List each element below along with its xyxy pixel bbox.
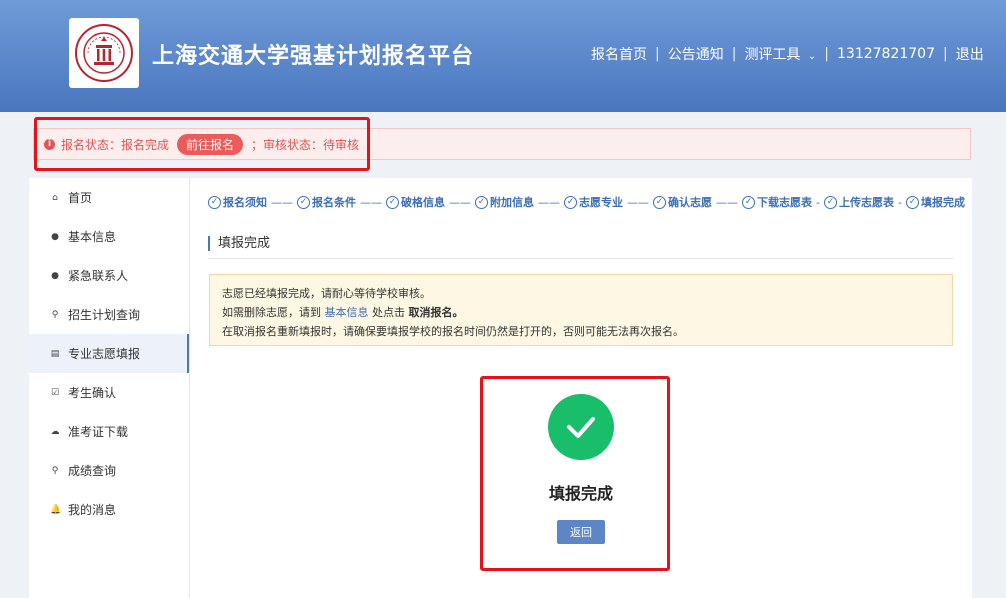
chevron-down-icon: ⌄ bbox=[807, 51, 817, 62]
step-separator: —— bbox=[271, 195, 293, 209]
step-separator: —— bbox=[449, 195, 471, 209]
sidebar-item-major-application[interactable]: ▤ 专业志愿填报 bbox=[29, 334, 189, 373]
step-registration-notice[interactable]: ✓ 报名须知 bbox=[208, 194, 267, 210]
notice-box: 志愿已经填报完成，请耐心等待学校审核。 如需删除志愿，请到 基本信息 处点击 取… bbox=[209, 274, 953, 346]
progress-steps: ✓ 报名须知 —— ✓ 报名条件 —— ✓ 破格信息 —— ✓ 附加信息 —— ✓ 志愿专… bbox=[208, 194, 965, 210]
step-label: 填报完成 bbox=[920, 196, 965, 209]
section-title: 填报完成 bbox=[208, 232, 953, 259]
step-label: 附加信息 bbox=[490, 196, 534, 209]
header: 上海交通大学强基计划报名平台 报名首页 | 公告通知 | 测评工具 ⌄ | 13… bbox=[0, 0, 1006, 112]
step-registration-conditions[interactable]: ✓ 报名条件 bbox=[297, 194, 356, 210]
sidebar-item-candidate-confirm[interactable]: ☑ 考生确认 bbox=[29, 373, 189, 412]
check-circle-icon: ✓ bbox=[386, 195, 399, 209]
nav-phone-link[interactable]: 13127821707 bbox=[837, 46, 935, 62]
notice-text: 处点击 bbox=[372, 306, 405, 319]
notice-line-3: 在取消报名重新填报时，请确保要填报学校的报名时间仍然是打开的，否则可能无法再次报… bbox=[222, 325, 684, 338]
step-label: 志愿专业 bbox=[579, 196, 623, 209]
user-icon: ● bbox=[51, 270, 59, 281]
checkbox-icon: ☑ bbox=[50, 387, 60, 398]
step-label: 确认志愿 bbox=[668, 196, 712, 209]
nav-separator: | bbox=[655, 46, 660, 62]
sidebar-item-emergency-contact[interactable]: ● 紧急联系人 bbox=[29, 256, 189, 295]
sidebar-item-label: 招生计划查询 bbox=[68, 308, 141, 322]
status-highlight-box bbox=[34, 117, 370, 171]
step-additional-info[interactable]: ✓ 附加信息 bbox=[475, 194, 534, 210]
step-major-choice[interactable]: ✓ 志愿专业 bbox=[564, 194, 623, 210]
check-circle-icon: ✓ bbox=[653, 195, 666, 209]
section-title-text: 填报完成 bbox=[208, 236, 271, 251]
nav-notice-link[interactable]: 公告通知 bbox=[668, 44, 724, 64]
sidebar-item-label: 紧急联系人 bbox=[68, 269, 129, 283]
nav-separator: | bbox=[824, 46, 829, 62]
step-label: 下载志愿表 bbox=[757, 196, 812, 209]
sidebar-item-admission-ticket[interactable]: ☁ 准考证下载 bbox=[29, 412, 189, 451]
nav-separator: | bbox=[731, 46, 737, 62]
search-icon: ⚲ bbox=[51, 465, 59, 476]
step-confirm-choice[interactable]: ✓ 确认志愿 bbox=[653, 194, 712, 210]
check-circle-icon: ✓ bbox=[564, 195, 577, 209]
home-icon: ⌂ bbox=[52, 192, 58, 203]
university-logo bbox=[69, 18, 139, 88]
step-separator: —— bbox=[716, 195, 738, 209]
check-circle-icon: ✓ bbox=[905, 195, 919, 209]
check-circle-icon: ✓ bbox=[742, 195, 755, 209]
sidebar-item-label: 首页 bbox=[68, 191, 93, 205]
search-icon: ⚲ bbox=[51, 309, 59, 320]
sidebar-item-score-query[interactable]: ⚲ 成绩查询 bbox=[29, 451, 189, 490]
step-upload-form[interactable]: ✓ 上传志愿表 bbox=[823, 194, 894, 210]
sidebar-item-messages[interactable]: 🔔 我的消息 bbox=[29, 490, 189, 529]
sidebar-item-label: 专业志愿填报 bbox=[68, 347, 141, 361]
step-download-form[interactable]: ✓ 下载志愿表 bbox=[742, 194, 812, 210]
completion-highlight-box bbox=[480, 376, 670, 571]
check-circle-icon: ✓ bbox=[475, 195, 488, 209]
cloud-download-icon: ☁ bbox=[50, 426, 60, 437]
cancel-registration-text: 取消报名。 bbox=[408, 306, 464, 319]
top-nav: 报名首页 | 公告通知 | 测评工具 ⌄ | 13127821707 | 退出 bbox=[591, 44, 984, 64]
step-separator: —— bbox=[538, 195, 560, 209]
step-separator: —— bbox=[360, 195, 382, 209]
bell-icon: 🔔 bbox=[50, 504, 62, 515]
check-circle-icon: ✓ bbox=[208, 195, 221, 209]
step-separator: - bbox=[897, 195, 902, 209]
notice-line-2: 如需删除志愿，请到 基本信息 处点击 取消报名。 bbox=[222, 303, 940, 322]
step-label: 上传志愿表 bbox=[838, 196, 894, 209]
sidebar-item-home[interactable]: ⌂ 首页 bbox=[29, 178, 189, 217]
sidebar-item-label: 基本信息 bbox=[68, 230, 117, 244]
step-separator: —— bbox=[627, 195, 649, 209]
sidebar-item-label: 准考证下载 bbox=[68, 425, 129, 439]
step-separator: - bbox=[816, 195, 820, 209]
site-title: 上海交通大学强基计划报名平台 bbox=[152, 44, 475, 69]
sidebar-item-enrollment-plan[interactable]: ⚲ 招生计划查询 bbox=[29, 295, 189, 334]
step-label: 报名须知 bbox=[223, 196, 267, 209]
nav-logout-link[interactable]: 退出 bbox=[956, 44, 984, 64]
step-label: 报名条件 bbox=[312, 196, 356, 209]
nav-tools-label: 测评工具 bbox=[744, 47, 801, 63]
nav-separator: | bbox=[942, 46, 948, 62]
basic-info-link[interactable]: 基本信息 bbox=[325, 306, 369, 319]
sidebar-item-label: 我的消息 bbox=[68, 503, 117, 517]
sidebar: ⌂ 首页 ● 基本信息 ● 紧急联系人 ⚲ 招生计划查询 ▤ 专业志愿填报 ☑ … bbox=[29, 178, 190, 598]
nav-tools-dropdown[interactable]: 测评工具 ⌄ bbox=[744, 44, 816, 64]
notice-text: 如需删除志愿，请到 bbox=[222, 306, 321, 319]
sidebar-item-label: 考生确认 bbox=[68, 386, 117, 400]
user-icon: ● bbox=[51, 231, 59, 242]
step-exceptional-info[interactable]: ✓ 破格信息 bbox=[386, 194, 445, 210]
check-circle-icon: ✓ bbox=[823, 195, 837, 209]
nav-home-link[interactable]: 报名首页 bbox=[591, 44, 647, 64]
step-label: 破格信息 bbox=[401, 196, 445, 209]
sidebar-item-basic-info[interactable]: ● 基本信息 bbox=[29, 217, 189, 256]
step-complete[interactable]: ✓ 填报完成 bbox=[905, 194, 965, 210]
check-circle-icon: ✓ bbox=[297, 195, 310, 209]
notice-line-1: 志愿已经填报完成，请耐心等待学校审核。 bbox=[222, 287, 431, 300]
form-icon: ▤ bbox=[50, 348, 60, 359]
sidebar-item-label: 成绩查询 bbox=[68, 464, 117, 478]
